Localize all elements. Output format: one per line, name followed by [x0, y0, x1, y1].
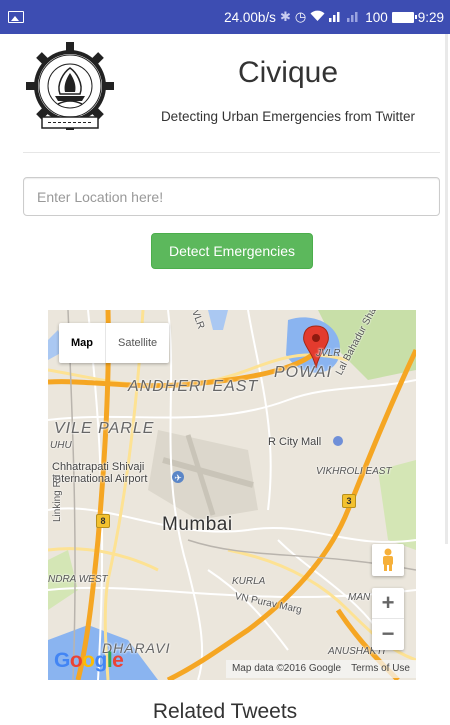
map-label-andra-west: NDRA WEST: [48, 574, 108, 585]
net-speed: 24.00b/s: [224, 9, 276, 25]
map-label-airport: Chhatrapati Shivaji International Airpor…: [52, 461, 148, 485]
map-type-satellite-button[interactable]: Satellite: [106, 323, 169, 363]
battery-icon: [391, 11, 417, 23]
zoom-control[interactable]: + −: [372, 588, 404, 650]
terms-of-use-link[interactable]: Terms of Use: [351, 660, 410, 678]
map-label-mumbai: Mumbai: [162, 514, 233, 535]
route-3-shield: 3: [342, 494, 356, 508]
detect-emergencies-button[interactable]: Detect Emergencies: [151, 233, 313, 269]
clock: 9:29: [417, 9, 444, 25]
location-input[interactable]: [23, 177, 440, 216]
map-data-credit: Map data ©2016 Google: [231, 663, 342, 674]
image-icon: [8, 11, 24, 23]
map-type-control[interactable]: Map Satellite: [59, 323, 170, 363]
bluetooth-icon: ✱: [279, 9, 291, 24]
app-subtitle: Detecting Urban Emergencies from Twitter: [160, 109, 416, 124]
status-bar: 24.00b/s ✱ ◷ 100 9:29: [0, 0, 450, 34]
signal-icon: [329, 10, 343, 25]
page-scrollbar[interactable]: [445, 34, 448, 544]
alarm-icon: ◷: [294, 9, 307, 24]
wifi-icon: [310, 10, 325, 25]
battery-level: 100: [365, 9, 388, 25]
map-label-linking-rd: Linking Rd: [52, 474, 63, 522]
map-label-jvlr: JVLR: [316, 348, 341, 359]
map-attribution: Map data ©2016 Google Terms of Use: [225, 660, 416, 678]
map-label-kurla: KURLA: [232, 576, 266, 587]
iit-logo: [20, 40, 120, 136]
map-label-andheri-east: ANDHERI EAST: [128, 378, 259, 395]
map-label-man: MAN: [348, 592, 371, 603]
map-label-vikhroli-east: VIKHROLI EAST: [316, 466, 392, 477]
map-tiles: ✈: [48, 310, 416, 680]
zoom-in-button[interactable]: +: [372, 588, 404, 619]
route-8-shield: 8: [96, 514, 110, 528]
map-label-r-city-mall: R City Mall: [268, 436, 322, 448]
svg-text:✈: ✈: [174, 474, 182, 484]
signal-2-icon: [347, 10, 361, 25]
map-label-vile-parle: VILE PARLE: [54, 420, 155, 437]
street-view-pegman-icon[interactable]: [372, 544, 404, 576]
map-label-powai: POWAI: [274, 364, 333, 381]
status-bar-right: 24.00b/s ✱ ◷ 100 9:29: [224, 9, 444, 25]
zoom-out-button[interactable]: −: [372, 619, 404, 650]
map[interactable]: ✈ Map Satellite POWAI ANDHERI EAST VILE …: [48, 310, 416, 680]
app-title: Civique: [237, 56, 339, 89]
related-tweets-heading: Related Tweets: [152, 700, 298, 723]
map-label-uhu: UHU: [50, 440, 72, 451]
google-logo[interactable]: Google: [54, 649, 124, 673]
map-type-map-button[interactable]: Map: [59, 323, 106, 363]
divider: [23, 152, 440, 153]
